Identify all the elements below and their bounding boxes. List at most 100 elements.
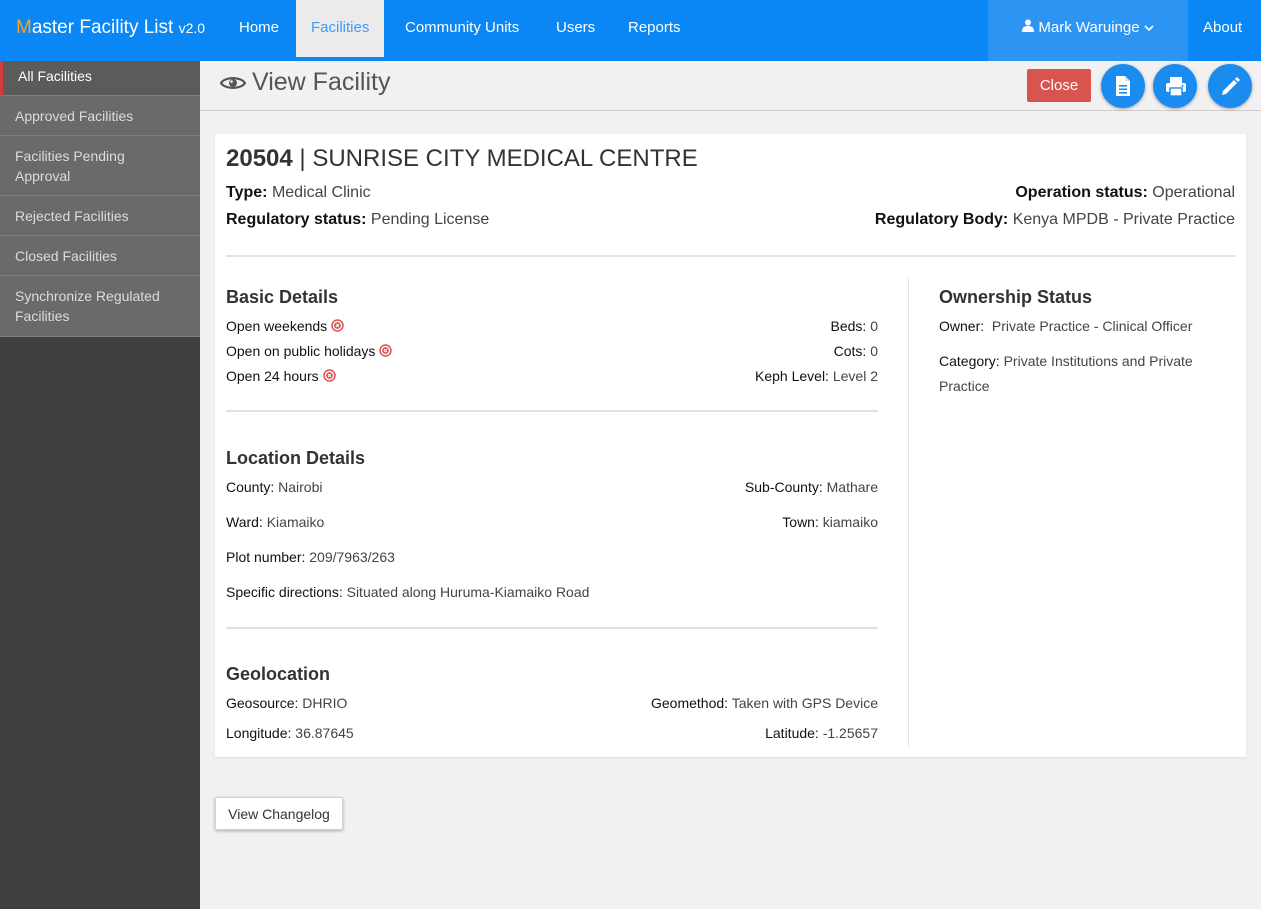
chevron-down-icon <box>1143 0 1154 56</box>
specific-directions: Specific directions: Situated along Huru… <box>226 584 589 600</box>
sidebar-item-synchronize-regulated[interactable]: Synchronize Regulated Facilities <box>0 276 200 337</box>
facility-card: 20504 | SUNRISE CITY MEDICAL CENTRE Type… <box>215 134 1246 757</box>
category: Category: Private Institutions and Priva… <box>939 353 1193 369</box>
longitude: Longitude: 36.87645 <box>226 725 354 741</box>
regulatory-status-value: Pending License <box>370 211 490 228</box>
top-navbar: Master Facility List v2.0 Home Facilitie… <box>0 0 1261 61</box>
latitude-value: -1.25657 <box>822 725 878 741</box>
nav-users[interactable]: Users <box>541 0 610 57</box>
type-label: Type: <box>226 184 268 201</box>
plot-label: Plot number: <box>226 549 306 565</box>
x-circle-icon <box>322 369 336 385</box>
view-changelog-button[interactable]: View Changelog <box>215 797 343 830</box>
document-button[interactable] <box>1101 64 1145 108</box>
ward-label: Ward: <box>226 514 263 530</box>
town: Town: kiamaiko <box>782 514 878 530</box>
brand-name: aster Facility List <box>31 17 174 38</box>
sidebar-item-label: Facilities Pending Approval <box>15 148 125 184</box>
regulatory-status-label: Regulatory status: <box>226 211 367 228</box>
title-separator: | <box>299 145 306 172</box>
owner-label: Owner: <box>939 318 985 334</box>
owner: Owner: Private Practice - Clinical Offic… <box>939 318 1192 334</box>
edit-button[interactable] <box>1208 64 1252 108</box>
beds-label: Beds: <box>830 318 867 334</box>
county: County: Nairobi <box>226 479 323 495</box>
geomethod-value: Taken with GPS Device <box>731 695 878 711</box>
document-icon <box>1116 76 1130 96</box>
county-label: County: <box>226 479 275 495</box>
print-button[interactable] <box>1153 64 1197 108</box>
nav-reports[interactable]: Reports <box>613 0 696 57</box>
user-name: Mark Waruinge <box>1038 19 1140 36</box>
open-public-holidays: Open on public holidays <box>226 343 393 360</box>
cots-label: Cots: <box>833 343 867 359</box>
plot-value: 209/7963/263 <box>309 549 395 565</box>
regulatory-status: Regulatory status: Pending License <box>226 211 489 229</box>
latitude: Latitude: -1.25657 <box>765 725 878 741</box>
regulatory-body-label: Regulatory Body: <box>874 211 1009 228</box>
nav-about[interactable]: About <box>1188 0 1257 57</box>
open-weekends: Open weekends <box>226 318 344 335</box>
sub-county: Sub-County: Mathare <box>745 479 878 495</box>
open-weekends-label: Open weekends <box>226 318 328 334</box>
sidebar-item-closed-facilities[interactable]: Closed Facilities <box>0 236 200 276</box>
directions-value: Situated along Huruma-Kiamaiko Road <box>346 584 590 600</box>
longitude-value: 36.87645 <box>295 725 354 741</box>
category-continued: Practice <box>939 378 990 394</box>
divider <box>226 255 1235 257</box>
user-icon <box>1022 0 1035 56</box>
divider <box>226 410 878 412</box>
sub-county-label: Sub-County: <box>744 479 823 495</box>
town-label: Town: <box>782 514 819 530</box>
sidebar-item-pending-approval[interactable]: Facilities Pending Approval <box>0 136 200 196</box>
edit-pencil-icon <box>1222 77 1240 95</box>
ownership-title: Ownership Status <box>939 287 1093 307</box>
operation-status-label: Operation status: <box>1015 184 1148 201</box>
regulatory-body: Regulatory Body: Kenya MPDB - Private Pr… <box>875 211 1235 229</box>
sidebar-item-all-facilities[interactable]: All Facilities <box>0 61 200 96</box>
facility-code: 20504 <box>226 145 293 172</box>
nav-home[interactable]: Home <box>224 0 294 57</box>
brand-version: v2.0 <box>178 20 206 36</box>
cots-value: 0 <box>870 343 878 359</box>
divider <box>226 627 878 629</box>
beds: Beds: 0 <box>831 318 879 334</box>
sidebar: All Facilities Approved Facilities Facil… <box>0 61 200 909</box>
open-24-hours: Open 24 hours <box>226 368 336 385</box>
user-menu[interactable]: Mark Waruinge <box>988 0 1188 61</box>
brand-initial: M <box>16 17 32 38</box>
print-icon <box>1166 77 1186 97</box>
sidebar-item-approved-facilities[interactable]: Approved Facilities <box>0 96 200 136</box>
ward: Ward: Kiamaiko <box>226 514 324 530</box>
basic-details-title: Basic Details <box>226 287 339 307</box>
location-details-title: Location Details <box>226 448 366 468</box>
plot-number: Plot number: 209/7963/263 <box>226 549 395 565</box>
keph-label: Keph Level: <box>755 368 829 384</box>
x-circle-icon <box>331 319 344 335</box>
facility-heading: 20504 | SUNRISE CITY MEDICAL CENTRE <box>226 145 698 173</box>
geolocation-title: Geolocation <box>226 664 331 684</box>
open-public-holidays-label: Open on public holidays <box>226 343 376 359</box>
sidebar-item-rejected-facilities[interactable]: Rejected Facilities <box>0 196 200 236</box>
county-value: Nairobi <box>278 479 323 495</box>
page-title-text: View Facility <box>252 68 391 96</box>
close-button[interactable]: Close <box>1027 69 1091 102</box>
ward-value: Kiamaiko <box>266 514 325 530</box>
page-title: View Facility <box>219 68 391 98</box>
owner-value: Private Practice - Clinical Officer <box>991 318 1193 334</box>
beds-value: 0 <box>870 318 878 334</box>
operation-status-value: Operational <box>1152 184 1235 201</box>
directions-label: Specific directions: <box>226 584 343 600</box>
keph-level: Keph Level: Level 2 <box>755 368 878 384</box>
geosource-value: DHRIO <box>302 695 348 711</box>
brand-logo[interactable]: Master Facility List v2.0 <box>16 17 205 39</box>
latitude-label: Latitude: <box>765 725 819 741</box>
sub-county-value: Mathare <box>826 479 878 495</box>
column-separator <box>908 278 909 748</box>
category-label: Category: <box>939 353 1000 369</box>
eye-icon <box>219 69 247 98</box>
nav-facilities[interactable]: Facilities <box>296 0 385 57</box>
category-value: Private Institutions and Private <box>1003 353 1193 369</box>
nav-community-units[interactable]: Community Units <box>390 0 534 57</box>
type-value: Medical Clinic <box>271 184 371 201</box>
